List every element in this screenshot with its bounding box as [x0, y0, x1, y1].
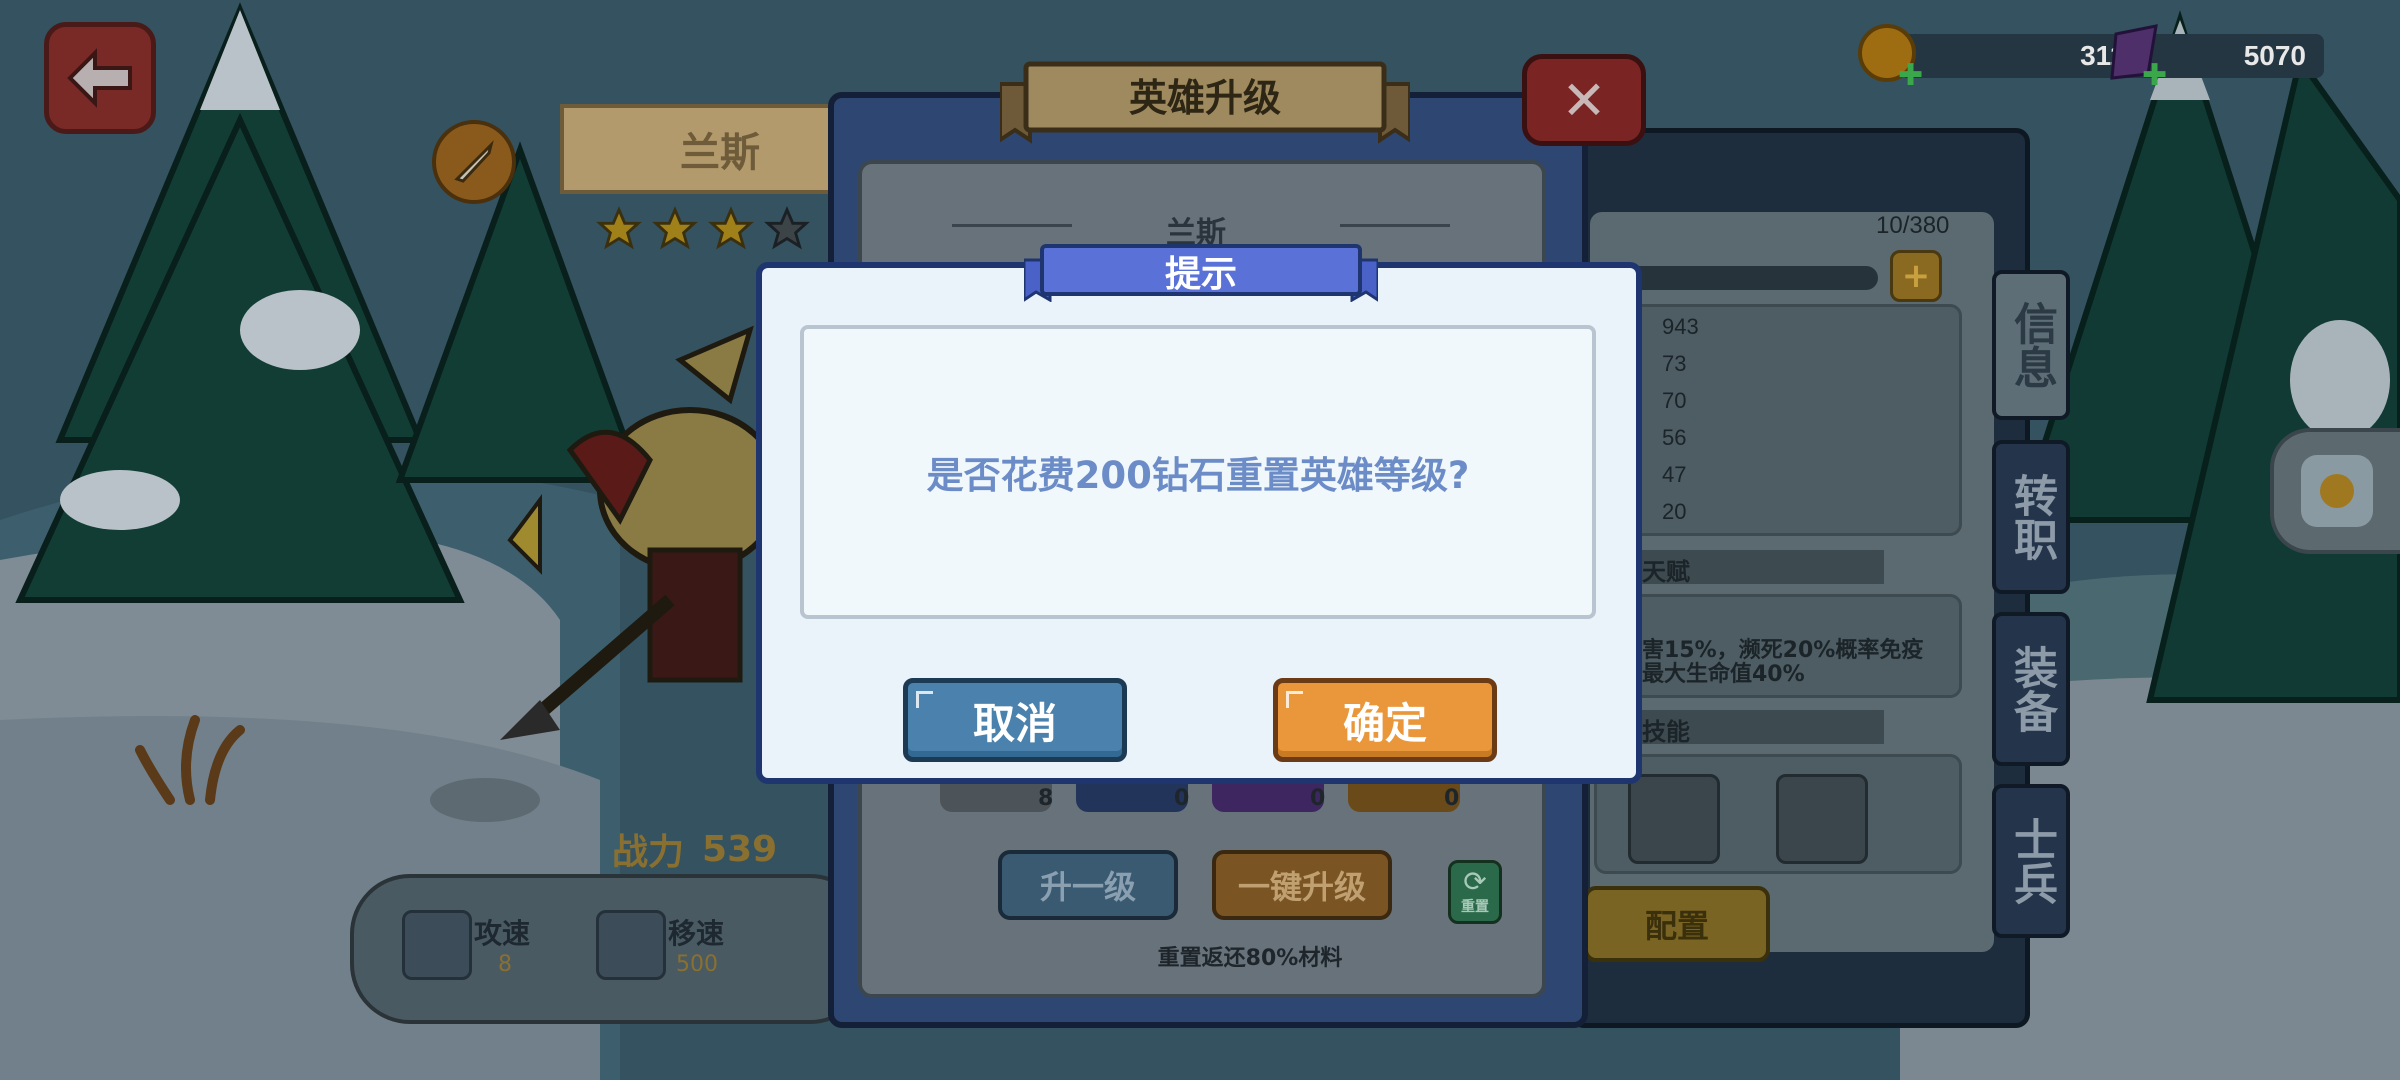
button-shine	[1286, 691, 1303, 708]
confirm-button[interactable]: 确定	[1273, 678, 1497, 762]
attack-speed-icon	[402, 910, 472, 980]
refresh-icon: ⟳	[1463, 865, 1487, 898]
material-count: 0	[1310, 786, 1326, 811]
cancel-label: 取消	[972, 698, 1057, 748]
gem-amount: 5070	[2144, 34, 2324, 78]
add-exp-button[interactable]: +	[1890, 250, 1942, 302]
one-click-upgrade-button[interactable]: 一键升级	[1212, 850, 1392, 920]
sword-icon	[454, 140, 494, 183]
attack-speed-label: 攻速	[474, 917, 531, 950]
material-count: 8	[1038, 786, 1054, 811]
gold-currency	[1862, 32, 1863, 33]
star-filled-icon	[596, 206, 642, 250]
talent-header: 天赋	[1642, 558, 1690, 586]
back-button[interactable]	[44, 22, 156, 134]
close-upgrade-button[interactable]: ✕	[1522, 54, 1646, 146]
reset-label: 重置	[1461, 899, 1489, 915]
config-label: 配置	[1644, 907, 1709, 945]
exp-progress-text: 10/380	[1876, 212, 1950, 239]
tab-class-change-label: 转职	[2006, 473, 2057, 561]
level-up-button[interactable]: 升一级	[998, 850, 1178, 920]
one-click-upgrade-label: 一键升级	[1237, 868, 1366, 906]
power-label: 战力	[612, 832, 685, 873]
button-shine	[916, 691, 933, 708]
tab-class-change[interactable]: 转职	[1992, 440, 2070, 594]
side-event-button[interactable]	[2270, 428, 2400, 554]
move-speed-label: 移速	[668, 917, 725, 950]
stat-value: 73	[1662, 351, 1687, 376]
tab-info[interactable]: 信息	[1992, 270, 2070, 420]
coin-icon	[2320, 474, 2354, 508]
level-up-label: 升一级	[1039, 868, 1136, 906]
add-gem-icon[interactable]: ✚	[2142, 61, 2167, 91]
stat-values-box	[1594, 304, 1962, 536]
talent-text-line-2: 最大生命值40%	[1642, 662, 1805, 687]
stat-value: 56	[1662, 425, 1687, 450]
power-value: 539	[702, 828, 778, 870]
dialog-title: 提示	[1164, 254, 1237, 295]
tab-equipment-label: 装备	[2006, 645, 2057, 733]
add-gold-icon[interactable]: ✚	[1898, 61, 1923, 91]
stat-value: 47	[1662, 462, 1687, 487]
skills-header: 技能	[1642, 718, 1690, 746]
star-filled-icon	[652, 206, 698, 250]
divider-right	[1340, 224, 1450, 227]
dialog-message: 是否花费200钻石重置英雄等级?	[926, 454, 1470, 497]
hero-name: 兰斯	[680, 130, 760, 176]
stat-value: 20	[1662, 499, 1687, 524]
material-count: 0	[1174, 786, 1190, 811]
move-speed-value: 500	[676, 952, 718, 977]
attack-speed-value: 8	[498, 952, 512, 977]
stat-values-list: 943 73 70 56 47 20	[1662, 314, 1699, 525]
config-button[interactable]: 配置	[1584, 886, 1770, 962]
star-empty-icon	[764, 206, 810, 250]
cancel-button[interactable]: 取消	[903, 678, 1127, 762]
tab-soldiers-label: 士兵	[2006, 817, 2057, 905]
stat-value: 70	[1662, 388, 1687, 413]
upgrade-panel-title: 英雄升级	[1128, 75, 1281, 120]
confirm-label: 确定	[1342, 698, 1427, 748]
hero-class-icon	[432, 120, 516, 204]
reset-button[interactable]: ⟳ 重置	[1448, 860, 1502, 924]
hero-star-rating	[596, 206, 810, 252]
skill-slot[interactable]	[1628, 774, 1720, 864]
star-filled-icon	[708, 206, 754, 250]
close-icon: ✕	[1561, 68, 1607, 132]
dialog-message-box: 是否花费200钻石重置英雄等级?	[800, 325, 1596, 619]
tab-soldiers[interactable]: 士兵	[1992, 784, 2070, 938]
stat-value: 943	[1662, 314, 1699, 339]
refund-note: 重置返还80%材料	[1157, 946, 1343, 971]
tab-equipment[interactable]: 装备	[1992, 612, 2070, 766]
move-speed-icon	[596, 910, 666, 980]
material-count: 0	[1444, 786, 1460, 811]
skill-slot[interactable]	[1776, 774, 1868, 864]
event-icon	[2301, 455, 2373, 527]
back-arrow-icon	[67, 48, 132, 108]
tab-info-label: 信息	[2006, 301, 2057, 389]
divider-left	[952, 224, 1072, 227]
